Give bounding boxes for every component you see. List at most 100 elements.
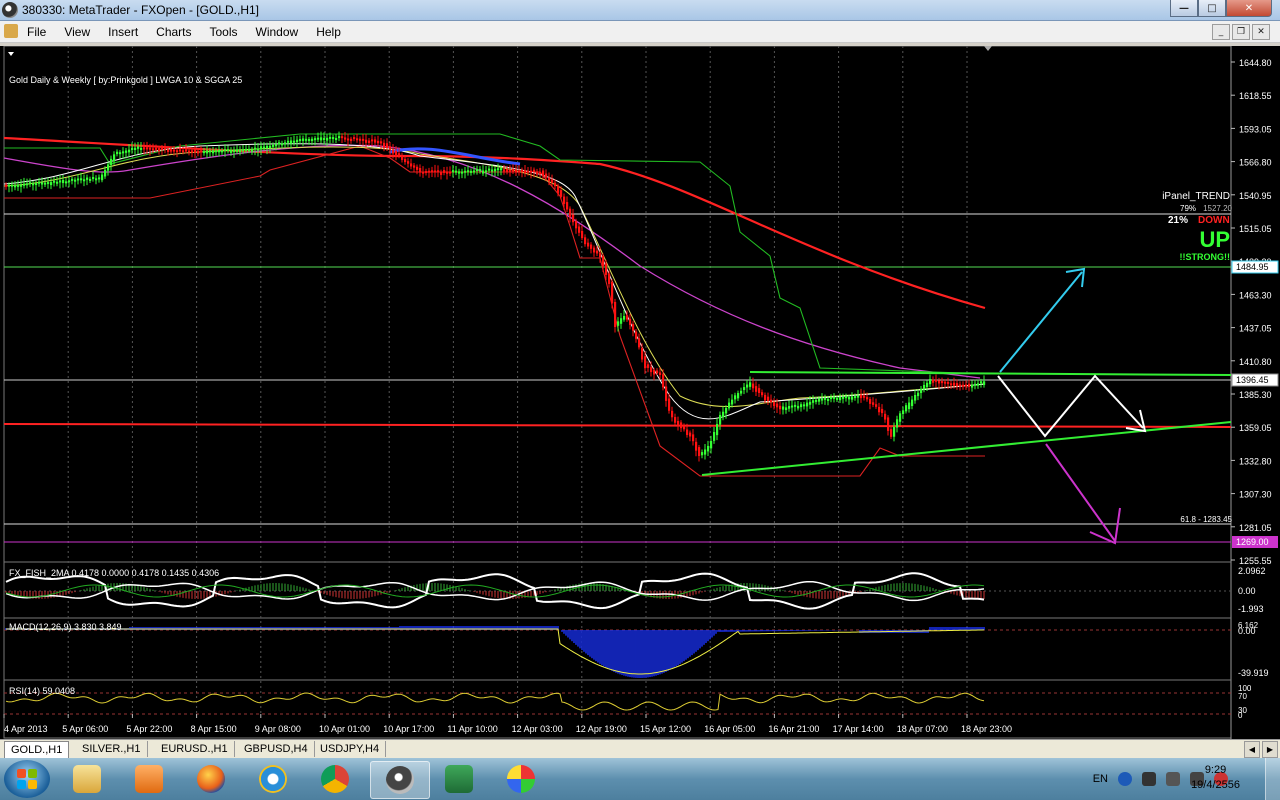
menu-view[interactable]: View bbox=[64, 25, 90, 39]
menu-window[interactable]: Window bbox=[256, 25, 299, 39]
price-tag-magenta: 1269.00 bbox=[1232, 536, 1278, 548]
price-tick: 1618.55 bbox=[1239, 91, 1272, 101]
price-tick: 1307.30 bbox=[1239, 490, 1272, 500]
menu-help[interactable]: Help bbox=[316, 25, 341, 39]
window-controls: — □ ✕ bbox=[1170, 0, 1272, 17]
ipanel-down-pct: 21% bbox=[1168, 215, 1188, 226]
excel-icon bbox=[445, 765, 473, 793]
time-label: 12 Apr 03:00 bbox=[512, 724, 563, 734]
menu-bar: File View Insert Charts Tools Window Hel… bbox=[0, 21, 1280, 43]
show-desktop-button[interactable] bbox=[1265, 758, 1280, 800]
taskbar-paint[interactable] bbox=[492, 761, 550, 797]
price-tick: 1515.05 bbox=[1239, 224, 1272, 234]
time-label: 5 Apr 06:00 bbox=[62, 724, 108, 734]
time-label: 15 Apr 12:00 bbox=[640, 724, 691, 734]
language-indicator[interactable]: EN bbox=[1093, 773, 1108, 785]
rsi-label: RSI(14) 59.0408 bbox=[9, 686, 75, 696]
tab-silver-h1[interactable]: SILVER.,H1 bbox=[76, 741, 148, 757]
price-tick: 1281.05 bbox=[1239, 523, 1272, 533]
ipanel-down-label: DOWN bbox=[1198, 215, 1230, 226]
time-label: 4 Apr 2013 bbox=[4, 724, 48, 734]
chrome-icon bbox=[321, 765, 349, 793]
price-tick: 1385.30 bbox=[1239, 390, 1272, 400]
fisher-label: FX_FISH_2MA 0.4178 0.0000 0.4178 0.1435 … bbox=[9, 568, 219, 578]
tab-scroll-left-icon[interactable]: ◀ bbox=[1244, 741, 1260, 758]
price-tick: 1540.95 bbox=[1239, 191, 1272, 201]
ipanel-title: iPanel_TREND bbox=[1162, 191, 1230, 202]
tab-usdjpy-h4[interactable]: USDJPY,H4 bbox=[314, 741, 387, 757]
close-button[interactable]: ✕ bbox=[1226, 0, 1272, 17]
keyboard-icon[interactable] bbox=[1142, 772, 1156, 786]
media-player-icon bbox=[135, 765, 163, 793]
menu-items: File View Insert Charts Tools Window Hel… bbox=[27, 25, 359, 39]
tab-scroll-right-icon[interactable]: ▶ bbox=[1262, 741, 1278, 758]
tab-gbpusd-h4[interactable]: GBPUSD,H4 bbox=[238, 741, 315, 757]
firefox-icon bbox=[197, 765, 225, 793]
taskbar-firefox[interactable] bbox=[182, 761, 240, 797]
time-label: 10 Apr 17:00 bbox=[383, 724, 434, 734]
ipanel-up-pct: 79% bbox=[1180, 204, 1196, 213]
time-label: 9 Apr 08:00 bbox=[255, 724, 301, 734]
menu-charts[interactable]: Charts bbox=[156, 25, 191, 39]
price-tick: 1463.30 bbox=[1239, 290, 1272, 300]
price-tick: 1410.80 bbox=[1239, 357, 1272, 367]
menu-file[interactable]: File bbox=[27, 25, 46, 39]
maximize-button[interactable]: □ bbox=[1198, 0, 1226, 17]
clock[interactable]: 9:29 19/4/2556 bbox=[1191, 763, 1240, 793]
menu-insert[interactable]: Insert bbox=[108, 25, 138, 39]
price-tick: 1255.55 bbox=[1239, 556, 1272, 566]
chart-tabs-bar: GOLD.,H1 SILVER.,H1 EURUSD.,H1 GBPUSD,H4… bbox=[0, 739, 1280, 759]
tab-eurusd-h1[interactable]: EURUSD.,H1 bbox=[155, 741, 235, 757]
time-label: 8 Apr 15:00 bbox=[191, 724, 237, 734]
time-label: 12 Apr 19:00 bbox=[576, 724, 627, 734]
windows-logo-icon bbox=[17, 769, 37, 789]
chart-window-icon[interactable] bbox=[4, 24, 18, 38]
rsi-tick-70: 70 bbox=[1238, 692, 1247, 701]
paint-icon bbox=[507, 765, 535, 793]
chart-restore-button[interactable]: ❐ bbox=[1232, 24, 1250, 40]
taskbar-explorer[interactable] bbox=[58, 761, 116, 797]
chart-minimize-button[interactable]: _ bbox=[1212, 24, 1230, 40]
metatrader-app-icon[interactable] bbox=[2, 2, 18, 18]
svg-text:1269.00: 1269.00 bbox=[1236, 537, 1269, 547]
clock-time: 9:29 bbox=[1204, 764, 1227, 776]
flag-icon[interactable] bbox=[1166, 772, 1180, 786]
tab-gold-h1[interactable]: GOLD.,H1 bbox=[4, 741, 70, 758]
price-tick: 1566.80 bbox=[1239, 158, 1272, 168]
start-button[interactable] bbox=[4, 760, 50, 798]
metatrader-icon bbox=[386, 766, 414, 794]
taskbar-internet-explorer[interactable] bbox=[244, 761, 302, 797]
macd-label: MACD(12,26,9) 3.830 3.849 bbox=[9, 622, 122, 632]
price-tick: 1593.05 bbox=[1239, 124, 1272, 134]
taskbar-chrome[interactable] bbox=[306, 761, 364, 797]
taskbar-excel[interactable] bbox=[430, 761, 488, 797]
help-icon[interactable] bbox=[1118, 772, 1132, 786]
fisher-tick-max: 2.0962 bbox=[1238, 566, 1266, 576]
fisher-tick-zero: 0.00 bbox=[1238, 586, 1256, 596]
internet-explorer-icon bbox=[259, 765, 287, 793]
price-tick: 1359.05 bbox=[1239, 423, 1272, 433]
macd-tick-zero: 0.00 bbox=[1238, 626, 1256, 636]
minimize-button[interactable]: — bbox=[1170, 0, 1198, 17]
ipanel-strength: !!STRONG!! bbox=[1180, 252, 1231, 262]
macd-tick-min: -39.919 bbox=[1238, 668, 1269, 678]
time-label: 16 Apr 05:00 bbox=[704, 724, 755, 734]
time-label: 11 Apr 10:00 bbox=[447, 724, 497, 734]
time-label: 18 Apr 23:00 bbox=[961, 724, 1012, 734]
svg-text:1396.45: 1396.45 bbox=[1236, 375, 1269, 385]
time-label: 17 Apr 14:00 bbox=[833, 724, 884, 734]
time-label: 18 Apr 07:00 bbox=[897, 724, 948, 734]
price-tick: 1332.80 bbox=[1239, 456, 1272, 466]
taskbar-metatrader[interactable] bbox=[370, 761, 430, 799]
window-title: 380330: MetaTrader - FXOpen - [GOLD.,H1] bbox=[22, 3, 259, 17]
fisher-tick-min: -1.993 bbox=[1238, 604, 1264, 614]
taskbar-media-player[interactable] bbox=[120, 761, 178, 797]
price-tick: 1437.05 bbox=[1239, 324, 1272, 334]
price-tag-cyan: 1484.95 bbox=[1231, 260, 1279, 274]
menu-tools[interactable]: Tools bbox=[210, 25, 238, 39]
chart-close-button[interactable]: ✕ bbox=[1252, 24, 1270, 40]
clock-date: 19/4/2556 bbox=[1191, 779, 1240, 791]
time-label: 5 Apr 22:00 bbox=[126, 724, 172, 734]
svg-text:1484.95: 1484.95 bbox=[1236, 262, 1269, 272]
price-chart[interactable]: Gold Daily & Weekly [ by:Prinkgold ] LWG… bbox=[0, 46, 1280, 739]
